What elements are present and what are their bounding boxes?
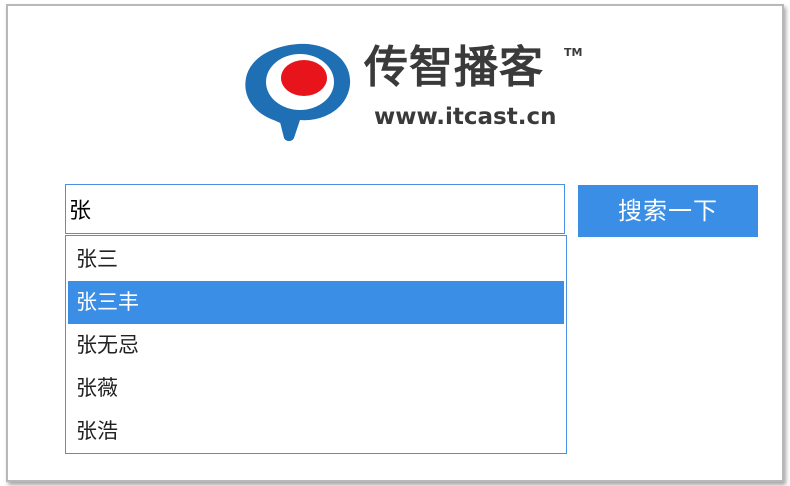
suggestion-list: 张三 张三丰 张无忌 张薇 张浩 [65, 235, 567, 454]
search-input[interactable] [65, 184, 565, 234]
itcast-logo-icon [245, 43, 351, 141]
browser-frame: 传智播客 TM www.itcast.cn 搜索一下 张三 张三丰 张无忌 张薇… [6, 4, 784, 482]
logo: 传智播客 TM www.itcast.cn [240, 38, 590, 142]
suggestion-item[interactable]: 张浩 [68, 410, 564, 453]
trademark-symbol: TM [564, 46, 583, 59]
suggestion-item[interactable]: 张无忌 [68, 324, 564, 367]
suggestion-item[interactable]: 张薇 [68, 367, 564, 410]
brand-url: www.itcast.cn [374, 104, 557, 130]
brand-name: 传智播客 [364, 42, 544, 93]
search-button[interactable]: 搜索一下 [578, 185, 758, 237]
suggestion-item-highlighted[interactable]: 张三丰 [68, 281, 564, 324]
suggestion-item[interactable]: 张三 [68, 238, 564, 281]
